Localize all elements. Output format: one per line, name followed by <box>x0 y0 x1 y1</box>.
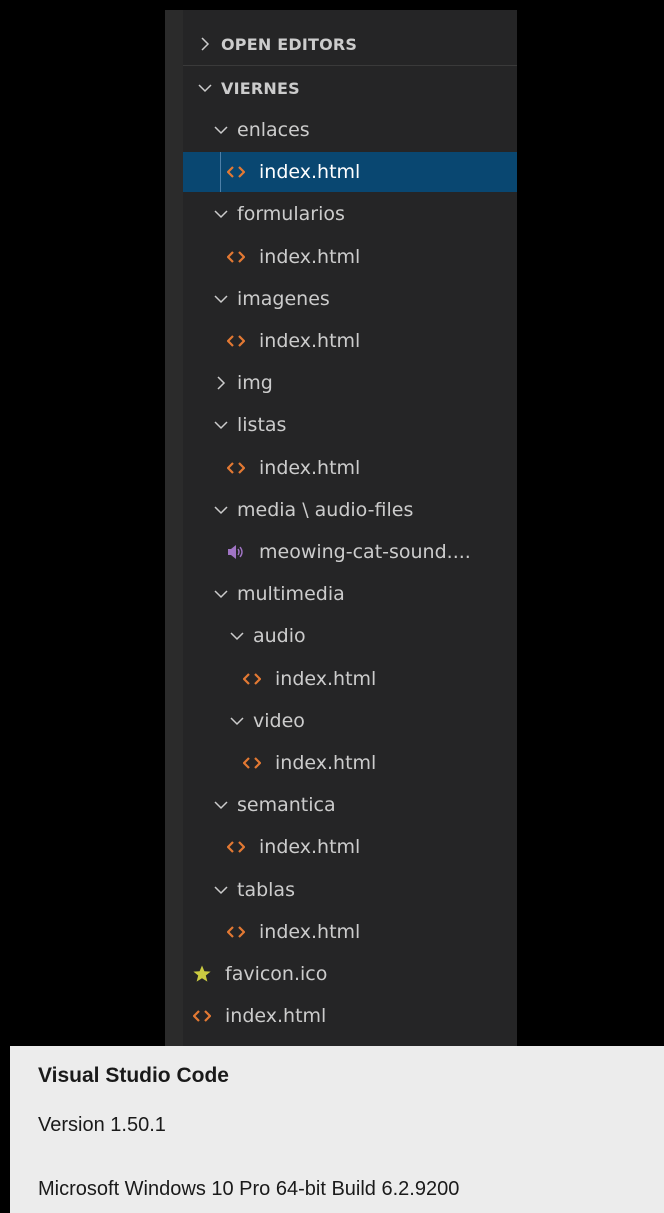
chevron-down-icon <box>213 797 229 813</box>
tree-folder[interactable]: multimedia <box>183 574 517 614</box>
html-file-icon <box>226 924 246 940</box>
about-os-info: Microsoft Windows 10 Pro 64-bit Build 6.… <box>38 1178 460 1200</box>
tree-file[interactable]: index.html <box>183 448 517 488</box>
tree-item-label: imagenes <box>237 287 330 310</box>
tree-folder[interactable]: video <box>183 701 517 741</box>
html-file-icon <box>226 249 246 265</box>
tree-item-label: multimedia <box>237 583 345 606</box>
tree-file[interactable]: index.html <box>183 912 517 952</box>
tree-item-label: formularios <box>237 203 345 226</box>
tree-folder[interactable]: audio <box>183 616 517 656</box>
tree-file[interactable]: index.html <box>183 996 517 1036</box>
html-file-icon <box>242 671 262 687</box>
html-file-icon <box>226 164 246 180</box>
chevron-right-icon <box>213 375 229 391</box>
tree-item-label: index.html <box>259 456 361 479</box>
open-editors-section[interactable]: OPEN EDITORS <box>183 24 517 64</box>
tree-item-label: img <box>237 372 273 395</box>
tree-file[interactable]: index.html <box>183 152 517 193</box>
tree-item-label: enlaces <box>237 119 310 141</box>
tree-item-label: index.html <box>275 667 377 690</box>
audio-file-icon <box>226 544 246 560</box>
tree-item-label: favicon.ico <box>225 963 328 985</box>
chevron-down-icon <box>213 502 229 518</box>
tree-item-label: meowing-cat-sound.... <box>259 541 471 563</box>
chevron-down-icon <box>213 122 229 138</box>
tree-folder[interactable]: imagenes <box>183 279 517 319</box>
tree-file[interactable]: meowing-cat-sound.... <box>183 532 517 572</box>
tree-file[interactable]: index.html <box>183 659 517 699</box>
activity-gutter <box>165 10 183 1046</box>
html-file-icon <box>192 1008 212 1024</box>
tree-file[interactable]: index.html <box>183 827 517 867</box>
tree-item-label: index.html <box>275 752 377 774</box>
html-file-icon <box>226 839 246 855</box>
about-app-name: Visual Studio Code <box>38 1064 229 1087</box>
tree-folder[interactable]: formularios <box>183 194 517 234</box>
tree-folder[interactable]: semantica <box>183 785 517 825</box>
tree-item-label: index.html <box>259 920 361 943</box>
about-dialog: Visual Studio Code Version 1.50.1 Micros… <box>10 1046 664 1213</box>
tree-folder[interactable]: enlaces <box>183 110 517 150</box>
tree-item-label: video <box>253 709 305 732</box>
tree-item-label: index.html <box>259 245 361 268</box>
html-file-icon <box>226 333 246 349</box>
chevron-down-icon <box>213 586 229 602</box>
about-version: Version 1.50.1 <box>38 1114 166 1136</box>
tree-item-label: audio <box>253 625 306 648</box>
explorer-sidebar: OPEN EDITORS VIERNES enlaces index.html fo… <box>165 10 517 1046</box>
tree-folder[interactable]: tablas <box>183 870 517 910</box>
tree-item-label: index.html <box>225 1005 327 1028</box>
chevron-down-icon <box>229 628 245 644</box>
html-file-icon <box>226 460 246 476</box>
tree-folder[interactable]: media \ audio-files <box>183 490 517 530</box>
open-editors-label: OPEN EDITORS <box>221 34 358 54</box>
tree-item-label: index.html <box>259 161 361 184</box>
chevron-down-icon <box>213 882 229 898</box>
tree-file[interactable]: index.html <box>183 237 517 277</box>
chevron-down-icon <box>197 80 213 96</box>
chevron-down-icon <box>213 417 229 433</box>
tree-item-label: semantica <box>237 794 336 817</box>
tree-item-label: tablas <box>237 878 295 901</box>
chevron-right-icon <box>197 36 213 52</box>
tree-item-label: listas <box>237 414 287 437</box>
tree-file[interactable]: favicon.ico <box>183 954 517 994</box>
tree-folder[interactable]: listas <box>183 405 517 445</box>
workspace-section-viernes[interactable]: VIERNES <box>183 68 517 108</box>
chevron-down-icon <box>213 206 229 222</box>
tree-item-label: index.html <box>259 330 361 352</box>
chevron-down-icon <box>229 713 245 729</box>
chevron-down-icon <box>213 291 229 307</box>
workspace-label: VIERNES <box>221 78 300 98</box>
html-file-icon <box>242 755 262 771</box>
tree-item-label: media \ audio-files <box>237 498 414 521</box>
section-divider <box>183 65 517 66</box>
tree-file[interactable]: index.html <box>183 743 517 783</box>
tree-item-label: index.html <box>259 836 361 859</box>
star-icon <box>192 965 212 983</box>
tree-file[interactable]: index.html <box>183 321 517 361</box>
tree-folder[interactable]: img <box>183 363 517 403</box>
